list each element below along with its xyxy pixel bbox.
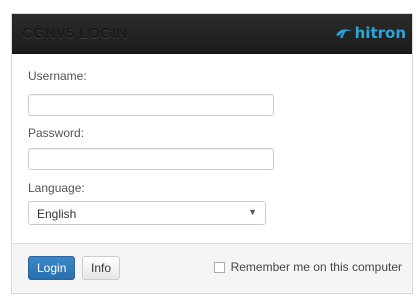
username-label: Username:: [28, 69, 87, 83]
info-button[interactable]: Info: [82, 256, 121, 280]
hitron-swoosh-icon: [335, 29, 352, 39]
remember-checkbox[interactable]: [213, 261, 225, 273]
password-label: Password:: [28, 126, 85, 140]
page-title: CGNV5 LOGIN: [22, 25, 128, 42]
remember-me[interactable]: Remember me on this computer: [213, 260, 402, 274]
logo-text: hitron: [354, 24, 406, 42]
language-select[interactable]: English ▼: [28, 201, 266, 225]
login-button[interactable]: Login: [28, 256, 76, 280]
panel-footer: Login Info Remember me on this computer: [12, 243, 412, 293]
language-label: Language:: [28, 181, 85, 195]
hitron-logo: hitron: [335, 24, 406, 42]
username-input[interactable]: [28, 94, 274, 116]
panel-header: CGNV5 LOGIN hitron: [12, 14, 412, 54]
caret-down-icon: ▼: [248, 207, 257, 217]
password-input[interactable]: [28, 148, 274, 170]
remember-label: Remember me on this computer: [230, 260, 402, 274]
language-selected-value: English: [37, 207, 77, 221]
login-panel: CGNV5 LOGIN hitron Username: Password: L…: [11, 13, 413, 294]
